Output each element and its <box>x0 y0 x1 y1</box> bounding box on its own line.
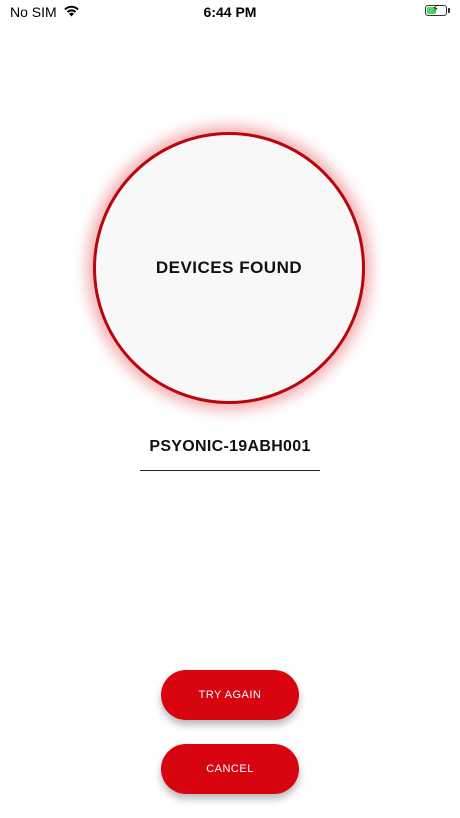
cancel-button[interactable]: CANCEL <box>161 744 299 794</box>
scan-status-label: DEVICES FOUND <box>155 258 303 277</box>
app-screen: No SIM 6:44 PM ⚡ DEVICES FOUND PSYONIC-1… <box>0 0 460 818</box>
status-bar: No SIM 6:44 PM ⚡ <box>0 0 460 26</box>
try-again-button[interactable]: TRY AGAIN <box>161 670 299 720</box>
status-right: ⚡ <box>425 4 450 16</box>
status-time: 6:44 PM <box>203 4 257 20</box>
device-name-underline <box>140 470 320 471</box>
found-device-name[interactable]: PSYONIC-19ABH001 <box>140 438 320 456</box>
scan-status-circle: DEVICES FOUND <box>93 132 365 404</box>
battery-cap <box>448 8 450 13</box>
battery-icon: ⚡ <box>425 4 447 16</box>
charging-bolt-icon: ⚡ <box>432 4 440 15</box>
